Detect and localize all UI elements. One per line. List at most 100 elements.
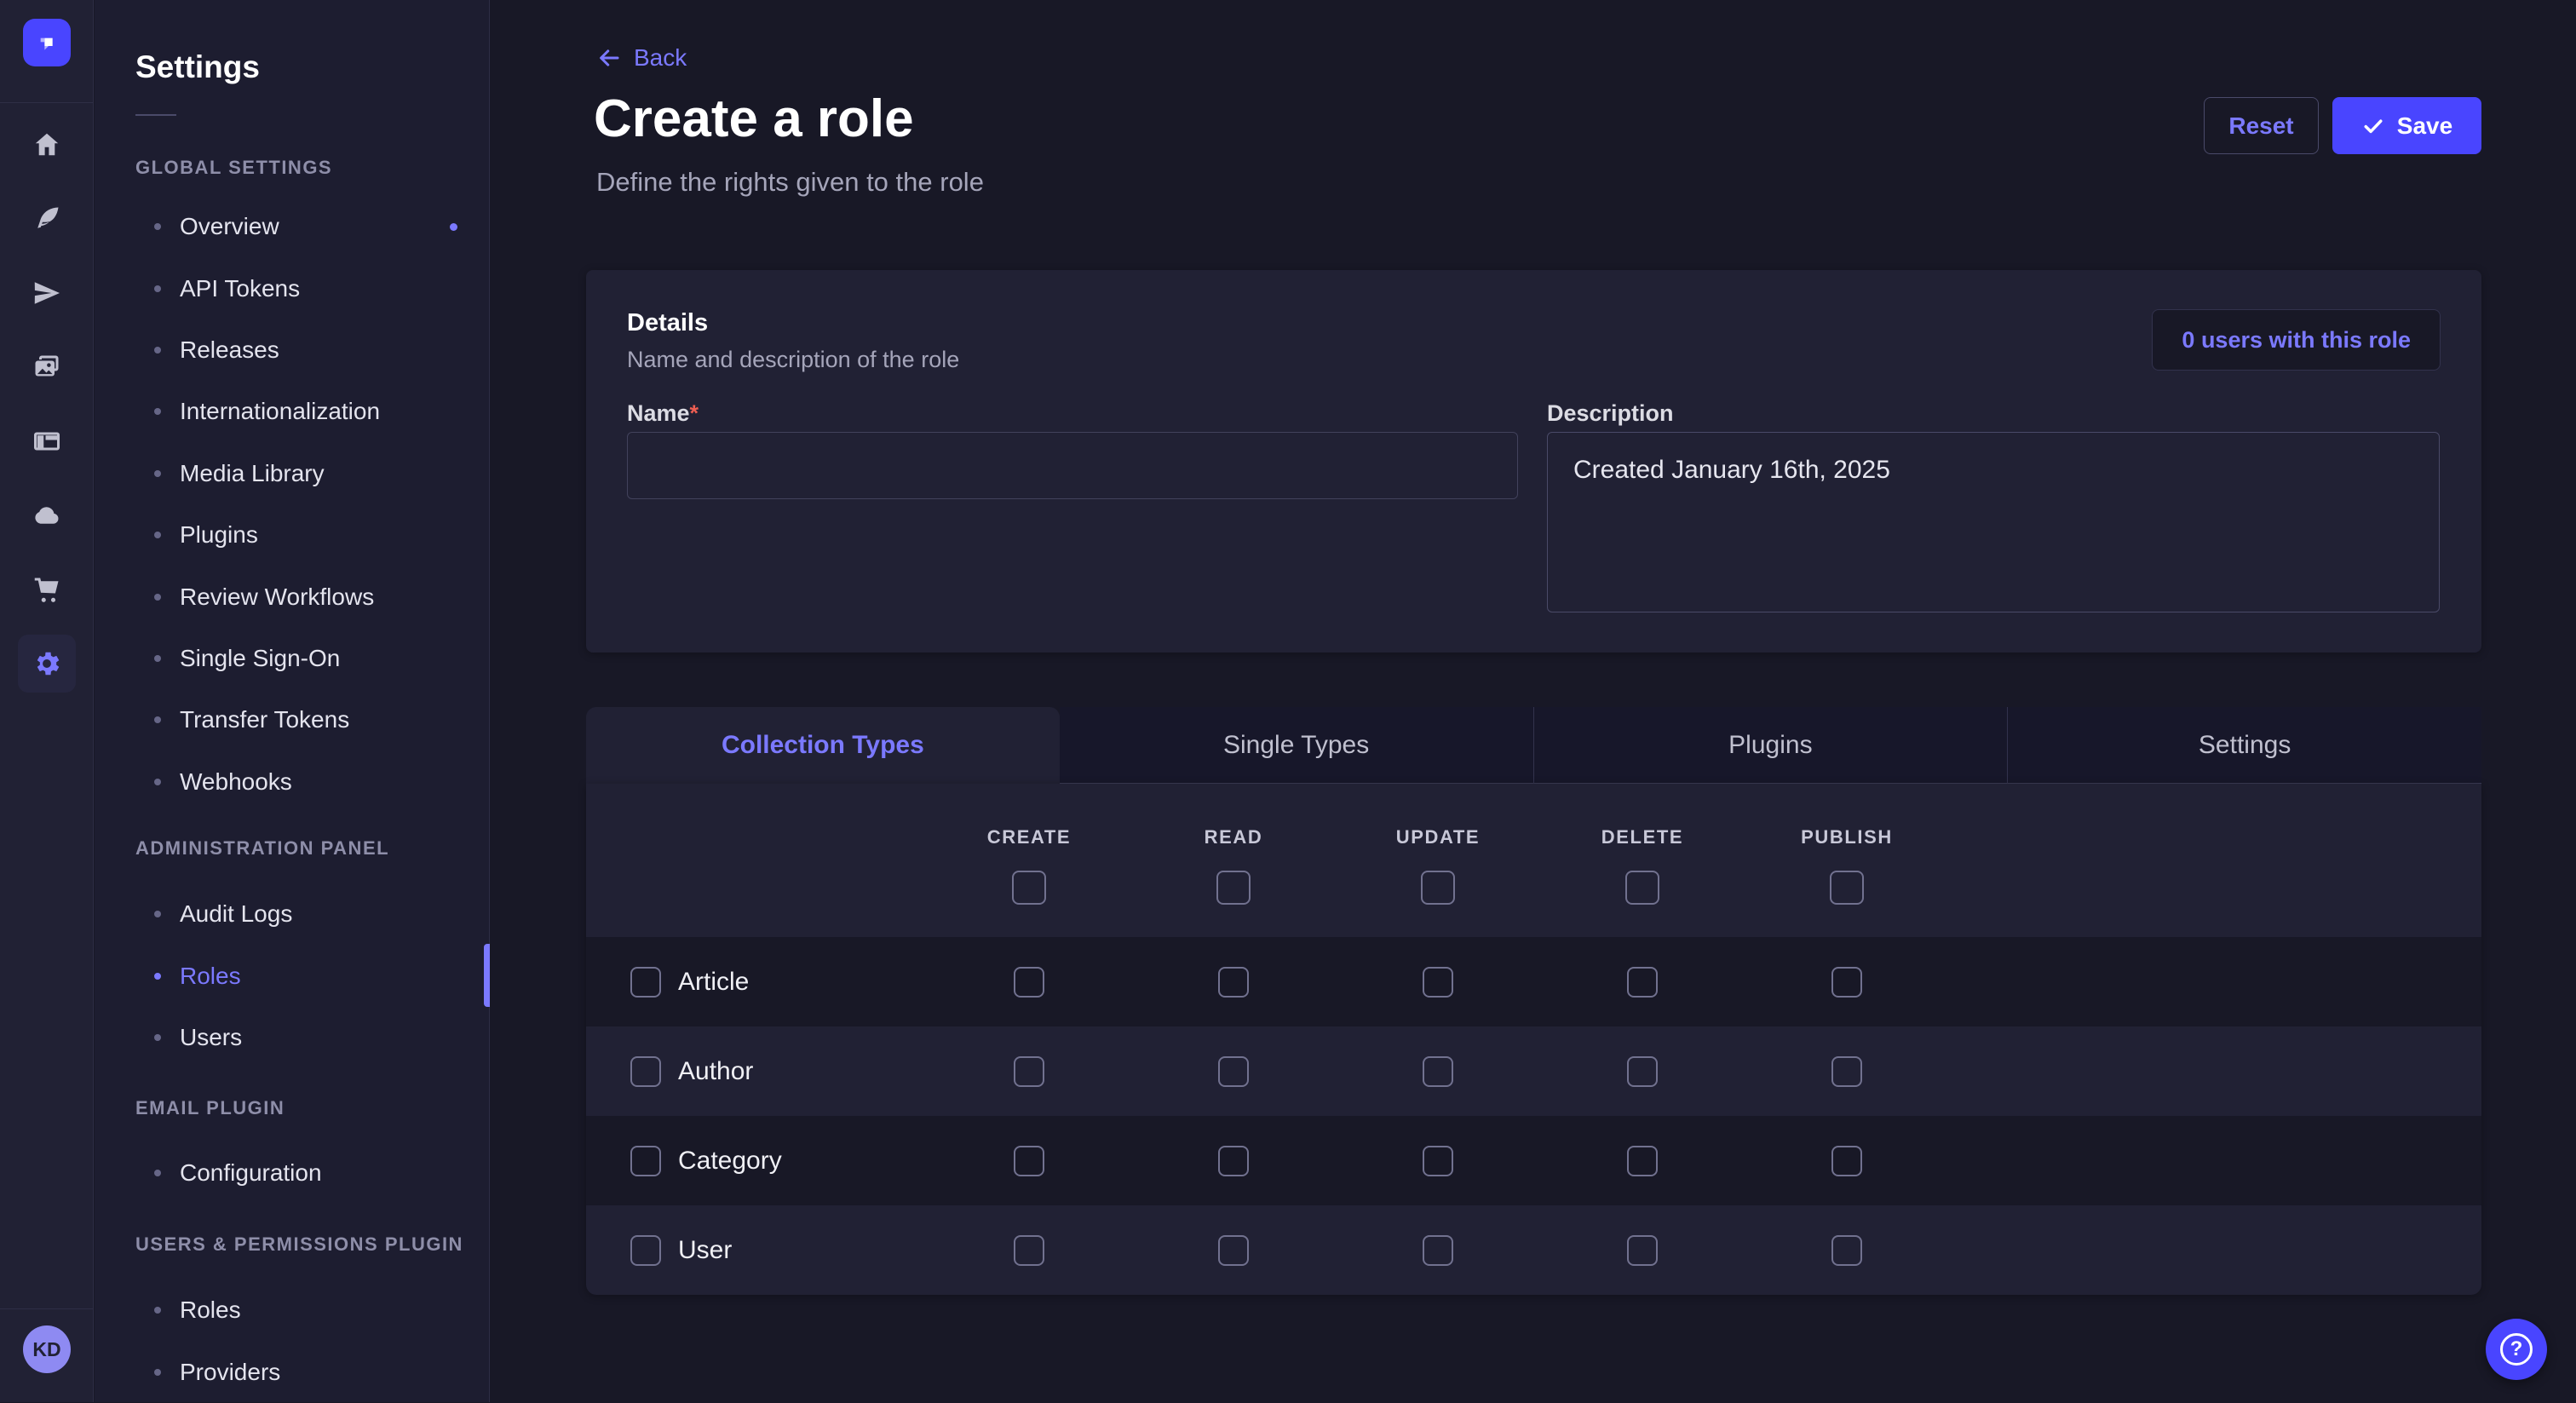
cloud-icon[interactable]: [0, 486, 94, 545]
arrow-left-icon: [596, 45, 622, 71]
description-label: Description: [1547, 400, 1674, 427]
help-button[interactable]: ?: [2486, 1319, 2547, 1380]
checkbox-article-delete[interactable]: [1627, 967, 1658, 998]
checkbox-category-update[interactable]: [1423, 1146, 1453, 1176]
send-icon[interactable]: [0, 263, 94, 323]
sidebar-item-label: Single Sign-On: [180, 645, 340, 672]
bullet-icon: [154, 470, 161, 477]
sidebar-item-label: Providers: [180, 1359, 280, 1386]
name-label-text: Name: [627, 400, 690, 426]
save-label: Save: [2397, 112, 2452, 140]
table-row-article: Article: [586, 937, 2481, 1026]
row-label: Category: [678, 1147, 782, 1176]
checkbox-row-user[interactable]: [630, 1235, 661, 1266]
table-row-category: Category: [586, 1116, 2481, 1205]
sidebar-item-label: Transfer Tokens: [180, 706, 349, 733]
checkbox-article-create[interactable]: [1014, 967, 1044, 998]
checkbox-select-all-delete[interactable]: [1625, 871, 1659, 905]
sidebar-item-api-tokens[interactable]: API Tokens: [95, 257, 490, 319]
checkbox-article-update[interactable]: [1423, 967, 1453, 998]
bullet-icon: [154, 1307, 161, 1314]
home-icon[interactable]: [0, 115, 94, 175]
tab-plugins[interactable]: Plugins: [1533, 707, 2008, 784]
checkbox-author-delete[interactable]: [1627, 1056, 1658, 1087]
checkbox-user-delete[interactable]: [1627, 1235, 1658, 1266]
bullet-icon: [154, 1034, 161, 1041]
checkbox-category-publish[interactable]: [1831, 1146, 1862, 1176]
checkbox-category-create[interactable]: [1014, 1146, 1044, 1176]
sidebar-item-label: Media Library: [180, 460, 325, 487]
checkbox-category-read[interactable]: [1218, 1146, 1249, 1176]
sidebar-item-configuration[interactable]: Configuration: [95, 1142, 490, 1204]
checkbox-row-author[interactable]: [630, 1056, 661, 1087]
description-field[interactable]: Created January 16th, 2025: [1547, 432, 2440, 612]
checkbox-author-publish[interactable]: [1831, 1056, 1862, 1087]
cart-icon[interactable]: [0, 560, 94, 619]
tab-collection-types[interactable]: Collection Types: [586, 707, 1060, 784]
sidebar-item-webhooks[interactable]: Webhooks: [95, 751, 490, 813]
details-subtitle: Name and description of the role: [627, 347, 959, 373]
sidebar-item-overview[interactable]: Overview: [95, 196, 490, 257]
sidebar-item-transfer-tokens[interactable]: Transfer Tokens: [95, 689, 490, 750]
checkbox-row-article[interactable]: [630, 967, 661, 998]
sidebar-item-media-library[interactable]: Media Library: [95, 443, 490, 504]
row-label: Article: [678, 968, 749, 997]
question-mark-icon: ?: [2500, 1333, 2533, 1366]
sidebar-item-users[interactable]: Users: [95, 1007, 490, 1068]
sidebar-item-internationalization[interactable]: Internationalization: [95, 381, 490, 442]
back-link[interactable]: Back: [596, 44, 687, 72]
sidebar-item-review-workflows[interactable]: Review Workflows: [95, 566, 490, 627]
media-library-icon[interactable]: [0, 337, 94, 397]
checkbox-author-create[interactable]: [1014, 1056, 1044, 1087]
sidebar-divider: [0, 102, 94, 103]
bullet-icon: [154, 779, 161, 785]
checkbox-row-category[interactable]: [630, 1146, 661, 1176]
checkbox-article-publish[interactable]: [1831, 967, 1862, 998]
avatar[interactable]: KD: [23, 1325, 71, 1373]
checkbox-article-read[interactable]: [1218, 967, 1249, 998]
check-icon: [2361, 114, 2385, 138]
table-row-user: User: [586, 1205, 2481, 1295]
bullet-icon: [154, 911, 161, 917]
sidebar-item-roles-active[interactable]: Roles: [95, 945, 490, 1006]
details-title: Details: [627, 309, 708, 337]
checkbox-user-publish[interactable]: [1831, 1235, 1862, 1266]
checkbox-user-update[interactable]: [1423, 1235, 1453, 1266]
bullet-icon: [154, 223, 161, 230]
strapi-logo[interactable]: [23, 19, 71, 66]
users-with-role-button[interactable]: 0 users with this role: [2152, 309, 2441, 371]
layout-icon[interactable]: [0, 411, 94, 471]
sidebar-item-plugins[interactable]: Plugins: [95, 504, 490, 566]
checkbox-select-all-create[interactable]: [1012, 871, 1046, 905]
column-header-read: READ: [1148, 826, 1319, 848]
feather-icon[interactable]: [0, 189, 94, 249]
save-button[interactable]: Save: [2332, 97, 2481, 154]
tab-settings[interactable]: Settings: [2007, 707, 2481, 784]
strapi-logo-icon: [33, 29, 60, 56]
checkbox-category-delete[interactable]: [1627, 1146, 1658, 1176]
sidebar-item-label: Audit Logs: [180, 900, 292, 928]
checkbox-select-all-publish[interactable]: [1830, 871, 1864, 905]
checkbox-select-all-update[interactable]: [1421, 871, 1455, 905]
checkbox-author-update[interactable]: [1423, 1056, 1453, 1087]
section-administration-panel: ADMINISTRATION PANEL: [135, 837, 389, 860]
gear-icon[interactable]: [18, 635, 76, 693]
details-card: Details Name and description of the role…: [586, 270, 2481, 653]
checkbox-user-create[interactable]: [1014, 1235, 1044, 1266]
sidebar-item-up-roles[interactable]: Roles: [95, 1279, 490, 1341]
sidebar-item-single-sign-on[interactable]: Single Sign-On: [95, 628, 490, 689]
checkbox-author-read[interactable]: [1218, 1056, 1249, 1087]
reset-button[interactable]: Reset: [2204, 97, 2319, 154]
sidebar-item-providers[interactable]: Providers: [95, 1341, 490, 1402]
checkbox-user-read[interactable]: [1218, 1235, 1249, 1266]
sidebar-item-label: Webhooks: [180, 768, 292, 796]
row-label: Author: [678, 1057, 753, 1086]
tab-single-types[interactable]: Single Types: [1060, 707, 1533, 784]
name-field[interactable]: [627, 432, 1518, 499]
users-permissions-list: Roles Providers: [95, 1279, 490, 1403]
sidebar-item-releases[interactable]: Releases: [95, 319, 490, 381]
column-header-update: UPDATE: [1353, 826, 1523, 848]
column-header-create: CREATE: [944, 826, 1114, 848]
checkbox-select-all-read[interactable]: [1216, 871, 1251, 905]
sidebar-item-audit-logs[interactable]: Audit Logs: [95, 883, 490, 945]
